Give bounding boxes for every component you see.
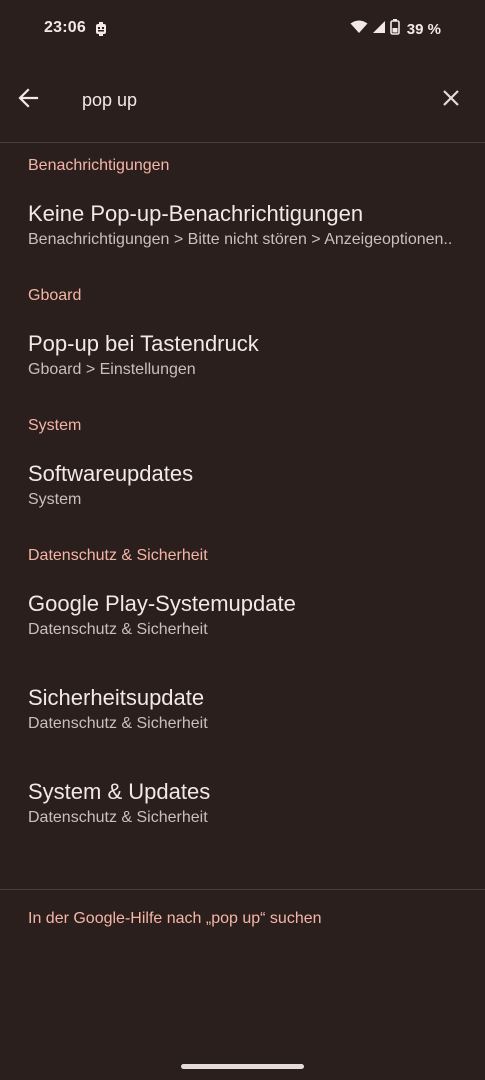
section-header-gboard: Gboard <box>28 287 82 304</box>
result-subtitle: Gboard > Einstellungen <box>28 361 196 378</box>
clear-search-button[interactable] <box>437 86 465 114</box>
result-title: Sicherheitsupdate <box>28 685 205 710</box>
battery-percent: 39 % <box>406 21 441 38</box>
battery-icon <box>389 19 400 40</box>
result-title: Softwareupdates <box>28 461 194 486</box>
signal-icon <box>372 20 386 39</box>
arrow-back-icon <box>17 87 39 114</box>
google-help-search-link[interactable]: In der Google-Hilfe nach „pop up“ suchen <box>28 908 322 930</box>
section-header-datenschutz: Datenschutz & Sicherheit <box>28 547 208 564</box>
result-subtitle: Benachrichtigungen > Bitte nicht stören … <box>28 231 453 248</box>
result-item[interactable]: Pop-up bei Tastendruck Gboard > Einstell… <box>0 330 485 380</box>
divider <box>0 889 485 890</box>
result-title: Google Play-Systemupdate <box>28 591 296 616</box>
search-bar <box>0 60 485 143</box>
close-icon <box>442 89 460 112</box>
section-header-system: System <box>28 417 82 434</box>
status-icons: 39 % <box>350 19 441 40</box>
status-bar: 23:06 39 % <box>0 0 485 60</box>
wifi-icon <box>350 20 368 39</box>
result-title: System & Updates <box>28 779 211 804</box>
result-subtitle: System <box>28 491 82 508</box>
status-time: 23:06 <box>44 19 86 36</box>
result-title: Keine Pop-up-Benachrichtigungen <box>28 201 364 226</box>
back-button[interactable] <box>14 86 42 114</box>
result-item[interactable]: System & Updates Datenschutz & Sicherhei… <box>0 778 485 828</box>
home-indicator[interactable] <box>181 1064 304 1069</box>
result-item[interactable]: Keine Pop-up-Benachrichtigungen Benachri… <box>0 200 485 250</box>
section-header-benachrichtigungen: Benachrichtigungen <box>28 157 170 174</box>
result-item[interactable]: Sicherheitsupdate Datenschutz & Sicherhe… <box>0 684 485 734</box>
result-item[interactable]: Google Play-Systemupdate Datenschutz & S… <box>0 590 485 640</box>
result-title: Pop-up bei Tastendruck <box>28 331 259 356</box>
result-subtitle: Datenschutz & Sicherheit <box>28 715 208 732</box>
notification-icon <box>95 21 107 37</box>
search-input[interactable] <box>82 86 412 114</box>
result-item[interactable]: Softwareupdates System <box>0 460 485 510</box>
result-subtitle: Datenschutz & Sicherheit <box>28 621 208 638</box>
search-results: Benachrichtigungen Keine Pop-up-Benachri… <box>0 142 485 828</box>
result-subtitle: Datenschutz & Sicherheit <box>28 809 208 826</box>
